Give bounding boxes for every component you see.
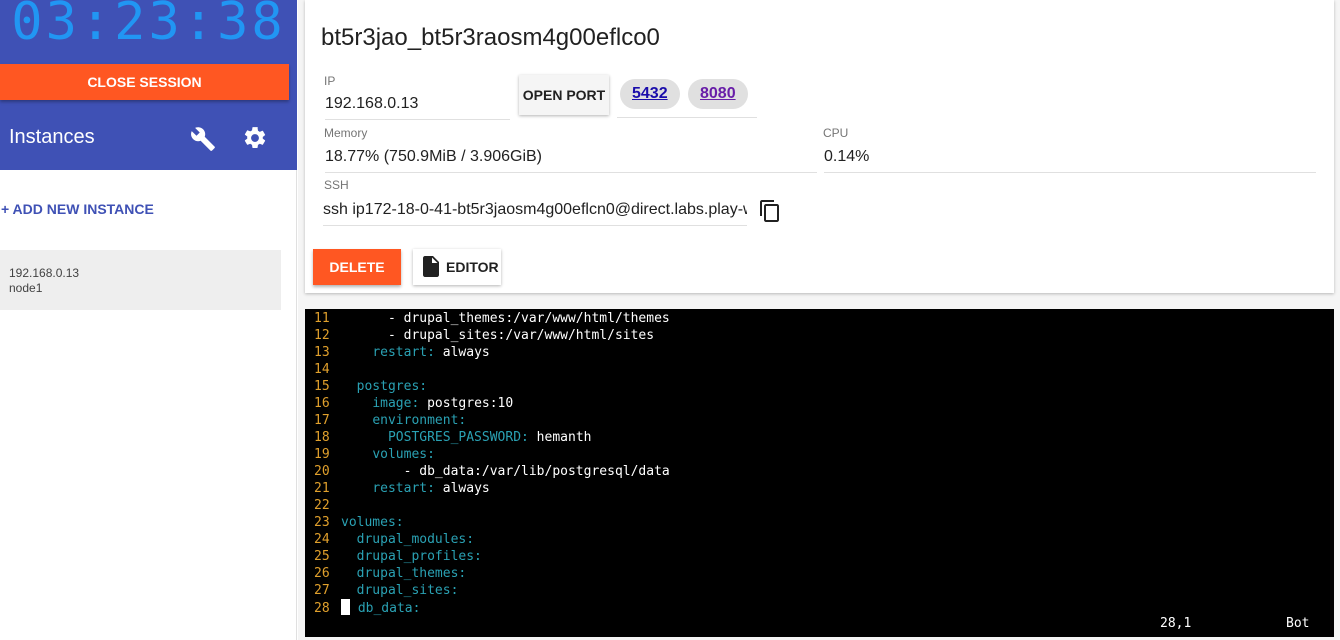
yaml-key: environment: — [372, 413, 467, 428]
terminal-line: 12 - drupal_sites:/var/www/html/sites — [314, 327, 654, 344]
terminal-cursor — [341, 599, 350, 615]
yaml-value: - drupal_themes:/var/www/html/themes — [372, 311, 670, 326]
terminal-line: 18 POSTGRES_PASSWORD: hemanth — [314, 429, 591, 446]
add-new-instance-button[interactable]: + ADD NEW INSTANCE — [1, 201, 154, 217]
copy-icon[interactable] — [758, 198, 782, 224]
yaml-value: always — [434, 345, 490, 360]
terminal-line: 28 db_data: — [314, 599, 420, 616]
line-number: 12 — [314, 328, 330, 343]
sidebar-header: 03:23:38 CLOSE SESSION Instances — [0, 0, 297, 170]
yaml-key: drupal_profiles: — [356, 549, 482, 564]
ip-value[interactable]: 192.168.0.13 — [325, 95, 510, 120]
yaml-value: hemanth — [528, 430, 592, 445]
terminal-line: 17 environment: — [314, 412, 466, 429]
terminal-line: 23 volumes: — [314, 514, 404, 531]
line-number: 15 — [314, 379, 330, 394]
terminal-line: 24 drupal_modules: — [314, 531, 474, 548]
line-number: 11 — [314, 311, 330, 326]
terminal[interactable]: 11 - drupal_themes:/var/www/html/themes 1… — [305, 309, 1334, 637]
ssh-command-field[interactable]: ssh ip172-18-0-41-bt5r3jaosm4g00eflcn0@d… — [323, 201, 747, 226]
port-link-5432[interactable]: 5432 — [620, 79, 680, 109]
cpu-value[interactable]: 0.14% — [824, 148, 1316, 173]
editor-button-label: EDITOR — [446, 259, 499, 275]
session-timer: 03:23:38 — [11, 0, 286, 52]
yaml-key: volumes: — [341, 515, 404, 530]
terminal-line: 19 volumes: — [314, 446, 435, 463]
instance-list-item[interactable]: 192.168.0.13 node1 — [0, 250, 281, 310]
memory-value[interactable]: 18.77% (750.9MiB / 3.906GiB) — [325, 148, 817, 173]
line-number: 19 — [314, 447, 330, 462]
terminal-line: 16 image: postgres:10 — [314, 395, 513, 412]
terminal-line: 26 drupal_themes: — [314, 565, 466, 582]
instances-title: Instances — [9, 126, 95, 148]
gear-icon[interactable] — [242, 125, 268, 151]
editor-button[interactable]: EDITOR — [413, 249, 501, 285]
ip-label: IP — [324, 74, 336, 88]
open-port-button[interactable]: OPEN PORT — [519, 75, 609, 115]
line-number: 18 — [314, 430, 330, 445]
sidebar: 03:23:38 CLOSE SESSION Instances + ADD N… — [0, 0, 297, 640]
close-session-button[interactable]: CLOSE SESSION — [0, 64, 289, 100]
main-panel: bt5r3jao_bt5r3raosm4g00eflco0 IP 192.168… — [298, 0, 1340, 640]
terminal-line: 27 drupal_sites: — [314, 582, 458, 599]
yaml-value: always — [434, 481, 490, 496]
terminal-line: 13 restart: always — [314, 344, 490, 361]
line-number: 28 — [314, 601, 330, 616]
instance-ip: 192.168.0.13 — [9, 266, 80, 280]
vim-scroll-position: Bot — [1286, 616, 1310, 631]
line-number: 24 — [314, 532, 330, 547]
line-number: 13 — [314, 345, 330, 360]
instance-name: node1 — [9, 281, 43, 295]
yaml-key: drupal_themes: — [356, 566, 467, 581]
terminal-line: 11 - drupal_themes:/var/www/html/themes — [314, 310, 670, 327]
file-icon — [423, 256, 439, 277]
yaml-key: restart: — [372, 345, 435, 360]
wrench-icon[interactable] — [190, 126, 216, 152]
line-number: 17 — [314, 413, 330, 428]
cpu-label: CPU — [823, 126, 849, 140]
yaml-key: volumes: — [372, 447, 435, 462]
line-number: 23 — [314, 515, 330, 530]
yaml-key: drupal_sites: — [356, 583, 459, 598]
line-number: 25 — [314, 549, 330, 564]
terminal-line: 21 restart: always — [314, 480, 490, 497]
yaml-key: postgres: — [356, 379, 428, 394]
terminal-line: 15 postgres: — [314, 378, 427, 395]
instance-title: bt5r3jao_bt5r3raosm4g00eflco0 — [321, 24, 660, 51]
vim-cursor-position: 28,1 — [1160, 616, 1192, 631]
line-number: 14 — [314, 362, 330, 377]
yaml-value: - db_data:/var/lib/postgresql/data — [387, 464, 670, 479]
line-number: 22 — [314, 498, 330, 513]
line-number: 21 — [314, 481, 330, 496]
terminal-line: 22 — [314, 497, 341, 514]
terminal-line: 20 - db_data:/var/lib/postgresql/data — [314, 463, 670, 480]
instance-details-card: bt5r3jao_bt5r3raosm4g00eflco0 IP 192.168… — [305, 0, 1334, 293]
line-number: 26 — [314, 566, 330, 581]
yaml-key: drupal_modules: — [356, 532, 475, 547]
yaml-key: image: — [372, 396, 420, 411]
port-link-8080[interactable]: 8080 — [688, 79, 748, 109]
line-number: 20 — [314, 464, 330, 479]
ssh-label: SSH — [324, 178, 349, 192]
delete-button[interactable]: DELETE — [313, 249, 401, 285]
yaml-value: postgres:10 — [419, 396, 514, 411]
terminal-line: 14 — [314, 361, 341, 378]
memory-label: Memory — [324, 126, 368, 140]
yaml-key: restart: — [372, 481, 435, 496]
port-chips: 5432 8080 — [617, 75, 757, 118]
terminal-line: 25 drupal_profiles: — [314, 548, 482, 565]
yaml-key: POSTGRES_PASSWORD: — [387, 430, 529, 445]
yaml-value: - drupal_sites:/var/www/html/sites — [372, 328, 655, 343]
line-number: 16 — [314, 396, 330, 411]
yaml-key: db_data: — [357, 601, 421, 616]
line-number: 27 — [314, 583, 330, 598]
